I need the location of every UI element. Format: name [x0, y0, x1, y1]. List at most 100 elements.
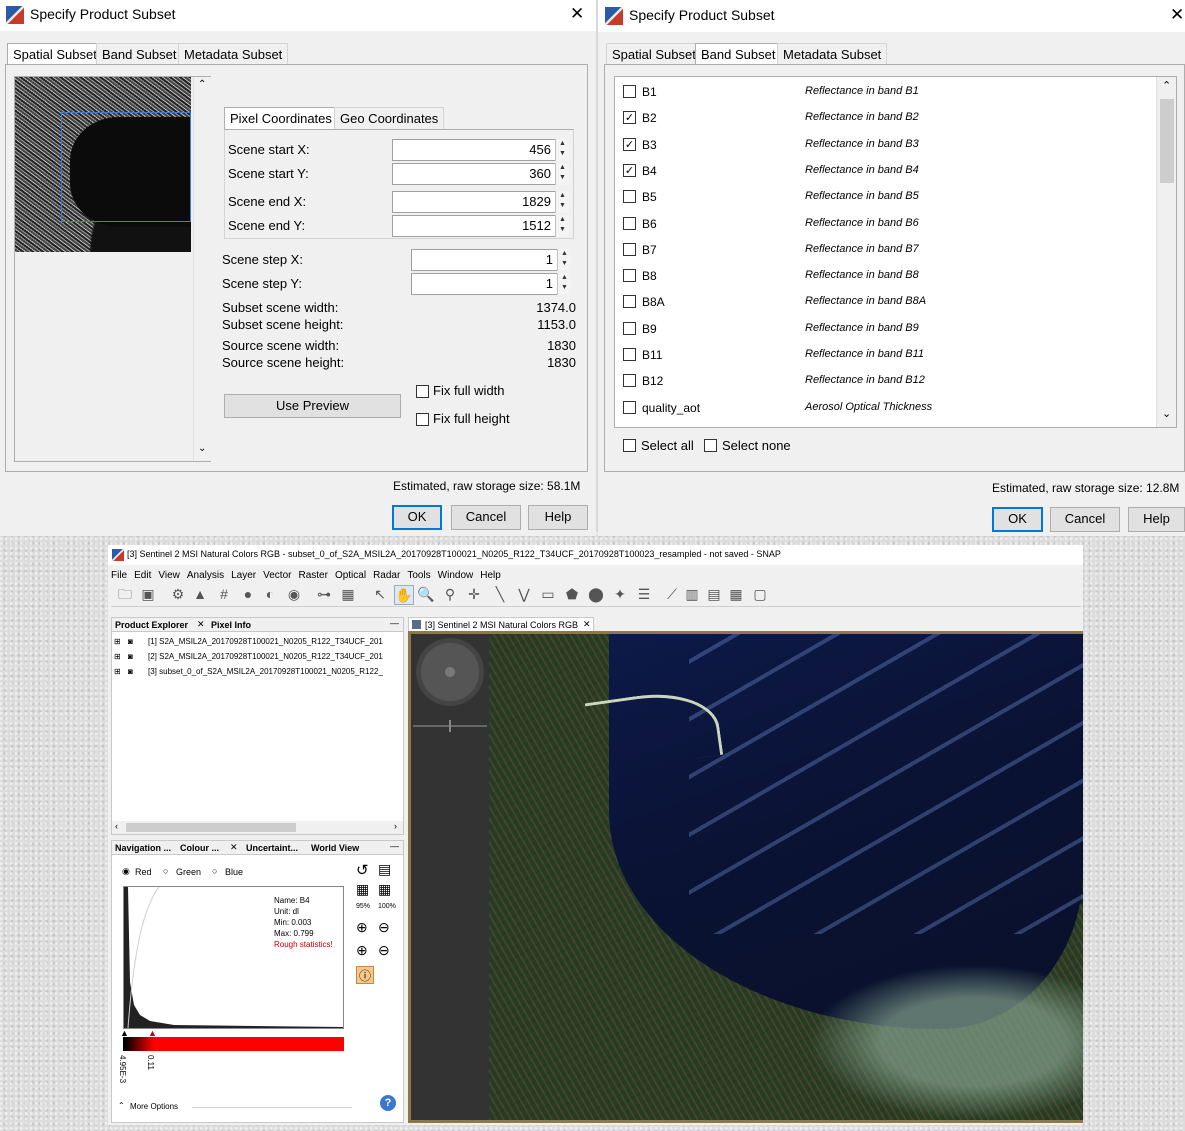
zoom-in-v-icon[interactable]: ⊕ [356, 919, 368, 936]
tab-band-subset[interactable]: Band Subset [96, 43, 183, 66]
magic-wand-icon[interactable]: ✦ [611, 585, 629, 603]
tab-world-view[interactable]: World View [311, 843, 359, 853]
close-icon[interactable]: ✕ [1170, 5, 1184, 25]
subset-selection-rectangle[interactable] [61, 112, 191, 222]
open-product-icon[interactable]: 🗀 [116, 585, 134, 603]
left-cancel-button[interactable]: Cancel [451, 505, 521, 530]
preview-scrollbar[interactable]: ⌃ ⌄ [193, 77, 211, 461]
line-tool-icon[interactable]: ╲ [491, 585, 509, 603]
zoom-out-h-icon[interactable]: ⊖ [378, 942, 390, 959]
scene-start-x-field[interactable]: 456 [392, 139, 556, 161]
band-checkbox[interactable] [623, 348, 636, 361]
band-maths-icon[interactable]: ⚙ [169, 585, 187, 603]
green-radio[interactable]: ○ [163, 866, 168, 876]
tab-colour[interactable]: Colour ... [180, 843, 219, 853]
product-row[interactable]: ⊞ ◙ [2] S2A_MSIL2A_20170928T100021_N0205_R… [114, 651, 402, 664]
scrollbar-thumb[interactable] [1160, 99, 1174, 183]
preview-thumbnail[interactable] [15, 77, 191, 252]
expand-icon[interactable]: ⊞ [114, 637, 121, 646]
fix-full-height-checkbox[interactable] [416, 413, 429, 426]
scene-start-y-stepper[interactable]: ▲ ▼ [555, 163, 569, 185]
grid-icon[interactable]: # [215, 585, 233, 603]
batch-icon[interactable]: ▦ [339, 585, 357, 603]
chevron-up-icon[interactable]: ⌃ [1162, 79, 1171, 92]
product-row[interactable]: ⊞ ◙ [1] S2A_MSIL2A_20170928T100021_N0205_R… [114, 636, 402, 649]
close-icon[interactable]: ✕ [197, 619, 205, 630]
gcp-icon[interactable]: ◐ [261, 585, 279, 603]
blue-radio[interactable]: ○ [212, 866, 217, 876]
scene-end-x-field[interactable]: 1829 [392, 191, 556, 213]
expand-icon[interactable]: ⊞ [114, 652, 121, 661]
band-checkbox[interactable] [623, 269, 636, 283]
close-icon[interactable]: ✕ [230, 842, 238, 853]
fix-full-width-checkbox[interactable] [416, 385, 429, 398]
menu-item[interactable]: Radar [373, 570, 400, 581]
more-options-link[interactable]: More Options [130, 1102, 178, 1111]
graph-builder-icon[interactable]: ⊶ [315, 585, 333, 603]
band-checkbox[interactable] [623, 374, 636, 388]
slider-max-handle[interactable]: ▲ [148, 1028, 157, 1038]
tab-band-subset[interactable]: Band Subset [695, 43, 782, 66]
tab-metadata-subset[interactable]: Metadata Subset [178, 43, 289, 66]
range-finder-icon[interactable]: ☰ [635, 585, 653, 603]
explorer-hscrollbar[interactable]: ‹ › [112, 821, 403, 834]
gcp-tool-icon[interactable]: ✛ [465, 585, 483, 603]
select-all-checkbox[interactable] [623, 439, 636, 452]
select-tool-icon[interactable]: ↖ [371, 585, 389, 603]
scene-start-x-stepper[interactable]: ▲ ▼ [555, 139, 569, 161]
right-cancel-button[interactable]: Cancel [1050, 507, 1120, 532]
export-icon[interactable]: ▦ [356, 881, 369, 898]
band-checkbox[interactable] [623, 242, 636, 256]
image-view-tab-label[interactable]: [3] Sentinel 2 MSI Natural Colors RGB [425, 620, 578, 630]
expand-icon[interactable]: ⊞ [114, 667, 121, 676]
zoom-in-h-icon[interactable]: ⊕ [356, 942, 368, 959]
right-help-button[interactable]: Help [1128, 507, 1185, 532]
pin-tool-icon[interactable]: ⚲ [441, 585, 459, 603]
menu-item[interactable]: Window [438, 570, 474, 581]
ellipse-tool-icon[interactable]: ⬤ [587, 585, 605, 603]
menu-item[interactable]: Raster [298, 570, 327, 581]
percent-95-button[interactable]: 95% [356, 903, 370, 910]
use-preview-button[interactable]: Use Preview [224, 394, 401, 418]
scene-step-x-field[interactable]: 1 [411, 249, 558, 271]
filter-icon[interactable]: ▲ [191, 585, 209, 603]
hscroll-thumb[interactable] [126, 823, 296, 832]
menu-item[interactable]: View [158, 570, 180, 581]
chevron-left-icon[interactable]: ‹ [115, 821, 118, 831]
menu-item[interactable]: Optical [335, 570, 366, 581]
slider-min-handle[interactable]: ▲ [120, 1028, 129, 1038]
tile-single-icon[interactable]: ▢ [751, 585, 769, 603]
scene-step-y-stepper[interactable]: ▲ ▼ [557, 273, 571, 295]
scene-end-y-field[interactable]: 1512 [392, 215, 556, 237]
menu-item[interactable]: Layer [231, 570, 256, 581]
tab-pixel-coordinates[interactable]: Pixel Coordinates [224, 107, 338, 130]
polyline-tool-icon[interactable]: ⋁ [515, 585, 533, 603]
close-icon[interactable]: ✕ [570, 4, 584, 24]
scene-start-y-field[interactable]: 360 [392, 163, 556, 185]
tile-evenly-icon[interactable]: ▥ [683, 585, 701, 603]
nav-pan-control[interactable] [416, 638, 484, 706]
help-icon[interactable]: ? [380, 1095, 396, 1111]
satellite-image[interactable] [489, 634, 1083, 1120]
tab-navigation[interactable]: Navigation ... [115, 843, 171, 853]
left-help-button[interactable]: Help [528, 505, 588, 530]
more-options-chevron-icon[interactable]: ⌃ [118, 1101, 125, 1110]
band-checkbox[interactable]: ✓ [623, 137, 636, 151]
band-checkbox[interactable]: ✓ [623, 163, 636, 177]
scene-end-y-stepper[interactable]: ▲ ▼ [555, 215, 569, 237]
scene-step-y-field[interactable]: 1 [411, 273, 558, 295]
right-ok-button[interactable]: OK [992, 507, 1043, 532]
tab-geo-coordinates[interactable]: Geo Coordinates [334, 107, 445, 130]
tab-uncertainty[interactable]: Uncertaint... [246, 843, 298, 853]
rectangle-tool-icon[interactable]: ▭ [539, 585, 557, 603]
scene-step-x-stepper[interactable]: ▲ ▼ [557, 249, 571, 271]
close-icon[interactable]: ✕ [583, 619, 591, 630]
info-icon[interactable]: ⓘ [356, 966, 374, 984]
band-checkbox[interactable] [623, 216, 636, 230]
menu-item[interactable]: Tools [407, 570, 430, 581]
percent-100-button[interactable]: 100% [378, 903, 396, 910]
band-list-scrollbar[interactable]: ⌃ ⌄ [1156, 77, 1176, 427]
tab-spatial-subset[interactable]: Spatial Subset [606, 43, 702, 66]
band-checkbox[interactable]: ✓ [623, 111, 636, 125]
menu-item[interactable]: Analysis [187, 570, 224, 581]
